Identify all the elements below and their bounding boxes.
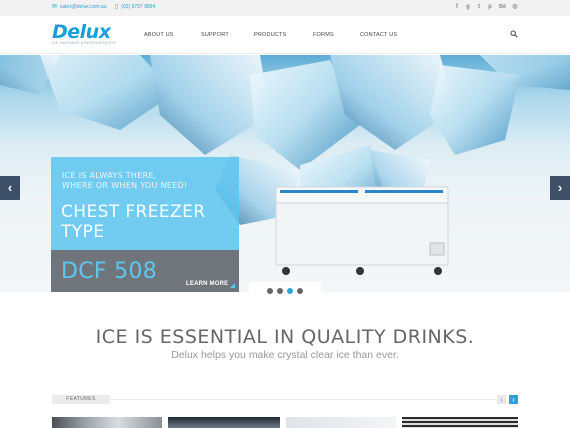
envelope-icon: ✉	[52, 4, 58, 10]
top-bar: ✉ sales@delux.com.au ▯ (02) 9737 9894 f …	[0, 0, 570, 16]
slide-caption-panel: ICE IS ALWAYS THERE, WHERE OR WHEN YOU N…	[51, 157, 239, 250]
model-number: DCF 508	[61, 259, 158, 284]
chest-freezer-image	[275, 186, 449, 275]
section-subline: Delux helps you make crystal clear ice t…	[171, 349, 399, 361]
learn-more-arrow-icon	[230, 283, 235, 288]
search-icon[interactable]	[510, 30, 518, 38]
feature-thumbnail-3[interactable]	[286, 417, 396, 428]
feature-thumbnail-4[interactable]	[402, 417, 518, 428]
logo-tagline: ICE MACHINES & REFRIGERATION	[52, 41, 116, 45]
slider-dot-1[interactable]	[267, 288, 273, 294]
features-label: FEATURES	[52, 395, 110, 404]
feature-thumbnail-1[interactable]	[52, 417, 162, 428]
dribbble-icon[interactable]: ◎	[512, 3, 518, 11]
features-next-button[interactable]: ›	[509, 395, 518, 404]
social-links: f g t p Bē ◎	[454, 3, 518, 11]
features-divider	[110, 399, 496, 400]
slider-dot-2[interactable]	[277, 288, 283, 294]
phone-contact[interactable]: ▯ (02) 9737 9894	[115, 4, 155, 10]
slide-title-line1: CHEST FREEZER	[61, 202, 206, 222]
email-contact[interactable]: ✉ sales@delux.com.au	[52, 4, 107, 10]
pinterest-icon[interactable]: p	[487, 3, 493, 11]
slider-dot-4[interactable]	[297, 288, 303, 294]
slide-subtitle-line1: ICE IS ALWAYS THERE,	[62, 171, 157, 180]
logo[interactable]: Delux ICE MACHINES & REFRIGERATION	[52, 22, 116, 45]
email-text[interactable]: sales@delux.com.au	[60, 4, 107, 10]
nav-forms[interactable]: FORMS	[313, 32, 334, 38]
phone-text[interactable]: (02) 9737 9894	[121, 4, 155, 10]
twitter-icon[interactable]: t	[476, 3, 482, 11]
hero-slider: ICE IS ALWAYS THERE, WHERE OR WHEN YOU N…	[0, 55, 570, 292]
facebook-icon[interactable]: f	[454, 3, 460, 11]
features-prev-button[interactable]: ‹	[497, 395, 506, 404]
slide-subtitle-line2: WHERE OR WHEN YOU NEED!	[62, 181, 188, 190]
nav-contact-us[interactable]: CONTACT US	[360, 32, 397, 38]
feature-thumbnail-2[interactable]	[168, 417, 280, 428]
nav-support[interactable]: SUPPORT	[201, 32, 229, 38]
google-plus-icon[interactable]: g	[465, 3, 471, 11]
logo-text: Delux	[52, 21, 111, 43]
nav-about-us[interactable]: ABOUT US	[144, 32, 174, 38]
nav-products[interactable]: PRODUCTS	[254, 32, 286, 38]
slide-subtitle: ICE IS ALWAYS THERE, WHERE OR WHEN YOU N…	[62, 171, 188, 191]
section-headline: ICE IS ESSENTIAL IN QUALITY DRINKS.	[95, 326, 475, 348]
slider-dot-3[interactable]	[287, 288, 293, 294]
phone-icon: ▯	[115, 4, 119, 10]
behance-icon[interactable]: Bē	[498, 3, 507, 11]
slider-pagination	[249, 282, 321, 300]
slide-model-panel: DCF 508 LEARN MORE	[51, 250, 239, 292]
site-header: Delux ICE MACHINES & REFRIGERATION ABOUT…	[0, 16, 570, 54]
slide-title-line2: TYPE	[61, 222, 105, 242]
slide-title: CHEST FREEZER TYPE	[61, 202, 205, 242]
slider-prev-button[interactable]: ‹	[0, 176, 20, 200]
slider-next-button[interactable]: ›	[550, 176, 570, 200]
learn-more-link[interactable]: LEARN MORE	[186, 281, 228, 287]
